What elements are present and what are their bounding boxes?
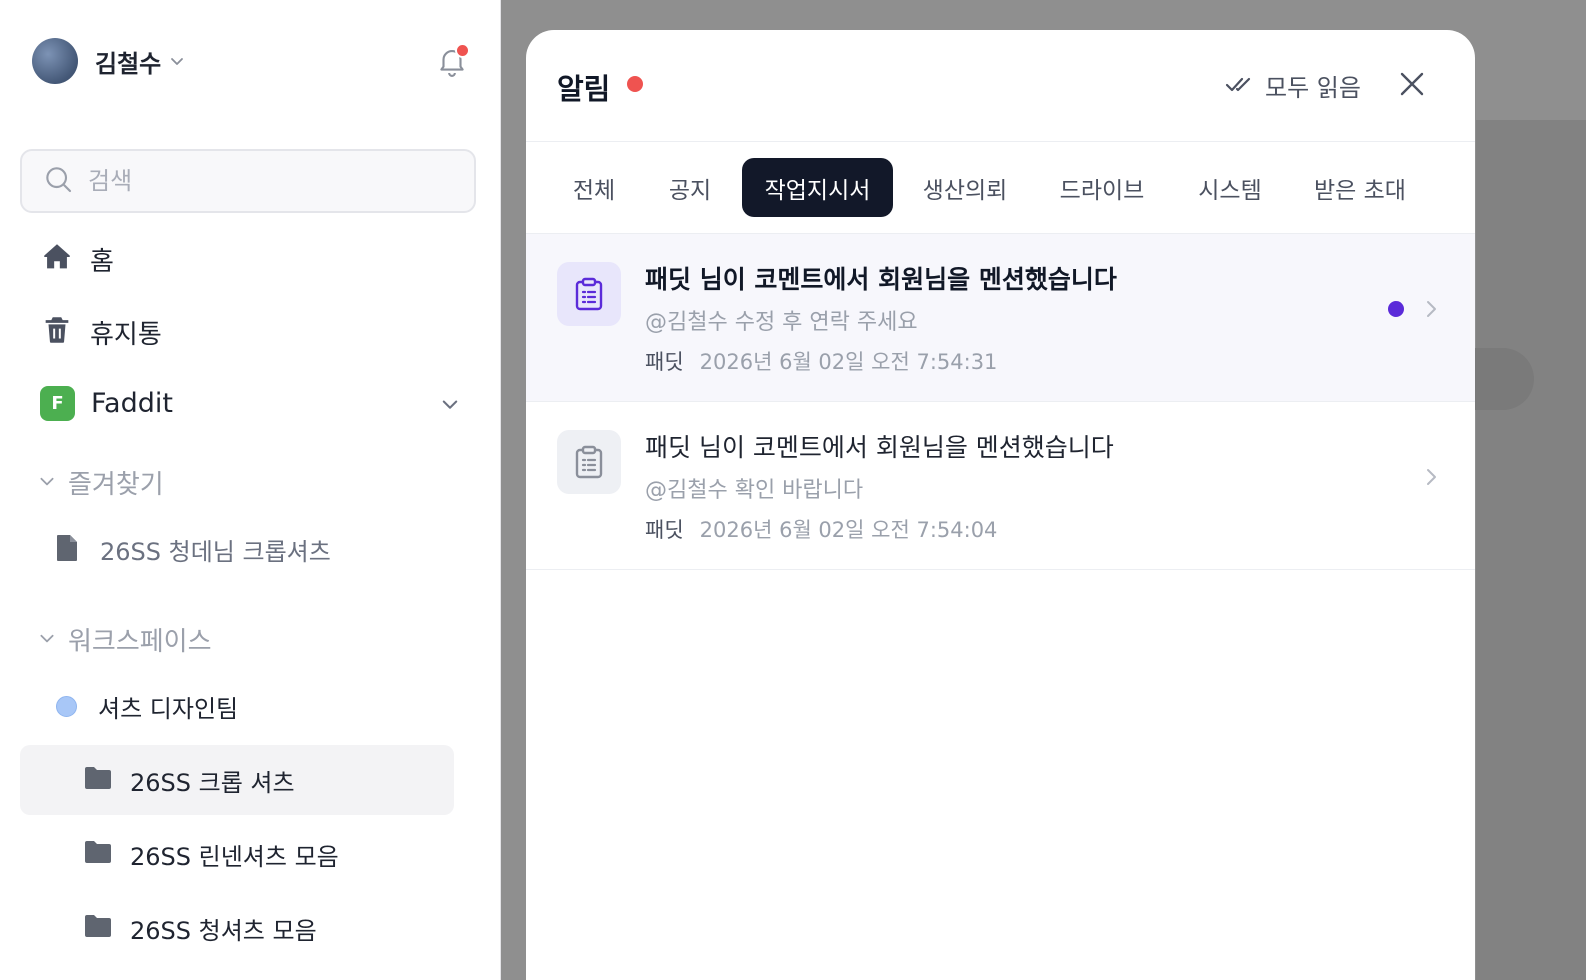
notification-sender: 패딧 [645, 350, 684, 374]
unread-dot [1388, 301, 1404, 317]
chevron-down-icon [38, 629, 56, 651]
notification-item[interactable]: 패딧 님이 코멘트에서 회원님을 멘션했습니다 @김철수 확인 바랍니다 패딧 … [526, 402, 1475, 570]
favorite-item-label: 26SS 청데님 크롭셔츠 [100, 538, 331, 566]
modal-header: 알림 모두 읽음 [526, 30, 1475, 142]
folder-label: 26SS 청셔츠 모음 [130, 916, 317, 945]
double-check-icon [1225, 73, 1255, 99]
home-icon [40, 240, 74, 278]
notification-body: @김철수 수정 후 연락 주세요 [645, 310, 918, 335]
workspace-name: Faddit [91, 388, 173, 419]
folder-item[interactable]: 26SS 린넨셔츠 모음 [20, 819, 454, 889]
clipboard-icon [557, 262, 621, 326]
workspace-section-title: 워크스페이스 [68, 627, 212, 657]
tab-received-invites[interactable]: 받은 초대 [1304, 158, 1416, 217]
folder-icon [84, 766, 112, 794]
document-icon [56, 534, 78, 566]
folder-icon [84, 914, 112, 942]
tab-notice[interactable]: 공지 [654, 158, 726, 217]
tab-all[interactable]: 전체 [558, 158, 630, 217]
mark-all-read-label: 모두 읽음 [1265, 74, 1361, 102]
workspace-selector[interactable]: F Faddit [40, 386, 460, 421]
workspace-section-toggle[interactable]: 워크스페이스 [38, 621, 212, 658]
search-icon [42, 163, 74, 199]
sidebar: 김철수 홈 휴지통 F Faddit 즐겨찾기 [0, 0, 501, 980]
folder-item[interactable]: 26SS 청셔츠 모음 [20, 893, 454, 963]
chevron-down-icon [38, 472, 56, 494]
nav-trash-label: 휴지통 [90, 319, 162, 350]
chevron-down-icon [169, 53, 185, 69]
user-name: 김철수 [95, 49, 162, 78]
chevron-right-icon [1420, 298, 1442, 324]
mark-all-read-button[interactable]: 모두 읽음 [1225, 68, 1361, 103]
notification-modal: 알림 모두 읽음 전체 공지 작업지시서 생산의뢰 드라이브 시스템 받은 초대… [526, 30, 1475, 980]
clipboard-icon [557, 430, 621, 494]
nav-home-label: 홈 [90, 246, 114, 277]
folder-label: 26SS 린넨셔츠 모음 [130, 842, 339, 871]
tab-system[interactable]: 시스템 [1186, 158, 1274, 217]
trash-icon [40, 313, 74, 351]
notification-title: 패딧 님이 코멘트에서 회원님을 멘션했습니다 [645, 265, 1117, 294]
search-box[interactable] [20, 149, 476, 213]
nav-trash[interactable]: 휴지통 [40, 313, 162, 351]
search-input[interactable] [88, 167, 448, 195]
nav-home[interactable]: 홈 [40, 240, 114, 278]
notification-body: @김철수 확인 바랍니다 [645, 478, 864, 503]
notification-sender: 패딧 [645, 518, 684, 542]
team-item[interactable]: 셔츠 디자인팀 [56, 689, 238, 724]
close-icon[interactable] [1398, 70, 1426, 98]
folder-item[interactable]: 26SS 크롭 셔츠 [20, 745, 454, 815]
avatar [32, 38, 78, 84]
user-menu[interactable]: 김철수 [32, 38, 185, 84]
background-panel [1476, 120, 1586, 980]
team-name: 셔츠 디자인팀 [98, 695, 239, 723]
folder-label: 26SS 크롭 셔츠 [130, 768, 295, 797]
notification-item[interactable]: 패딧 님이 코멘트에서 회원님을 멘션했습니다 @김철수 수정 후 연락 주세요… [526, 234, 1475, 402]
tab-drive[interactable]: 드라이브 [1046, 158, 1158, 217]
tab-work-order[interactable]: 작업지시서 [742, 158, 893, 217]
folder-icon [84, 840, 112, 868]
notification-badge [455, 43, 470, 58]
modal-title: 알림 [557, 72, 611, 106]
notification-meta: 패딧 2026년 6월 02일 오전 7:54:04 [645, 514, 997, 544]
favorites-title: 즐겨찾기 [68, 470, 164, 500]
chevron-right-icon [1420, 466, 1442, 492]
favorites-section-toggle[interactable]: 즐겨찾기 [38, 464, 164, 501]
notification-meta: 패딧 2026년 6월 02일 오전 7:54:31 [645, 346, 997, 376]
tab-production-request[interactable]: 생산의뢰 [912, 158, 1018, 217]
notification-time: 2026년 6월 02일 오전 7:54:04 [699, 518, 998, 542]
workspace-badge: F [40, 386, 75, 421]
team-color-dot [56, 696, 77, 717]
notification-tabs: 전체 공지 작업지시서 생산의뢰 드라이브 시스템 받은 초대 [526, 142, 1475, 234]
notification-time: 2026년 6월 02일 오전 7:54:31 [699, 350, 998, 374]
notification-title: 패딧 님이 코멘트에서 회원님을 멘션했습니다 [645, 433, 1114, 462]
unread-indicator [627, 76, 643, 92]
chevron-down-icon[interactable] [440, 394, 460, 418]
favorite-item[interactable]: 26SS 청데님 크롭셔츠 [56, 532, 331, 567]
